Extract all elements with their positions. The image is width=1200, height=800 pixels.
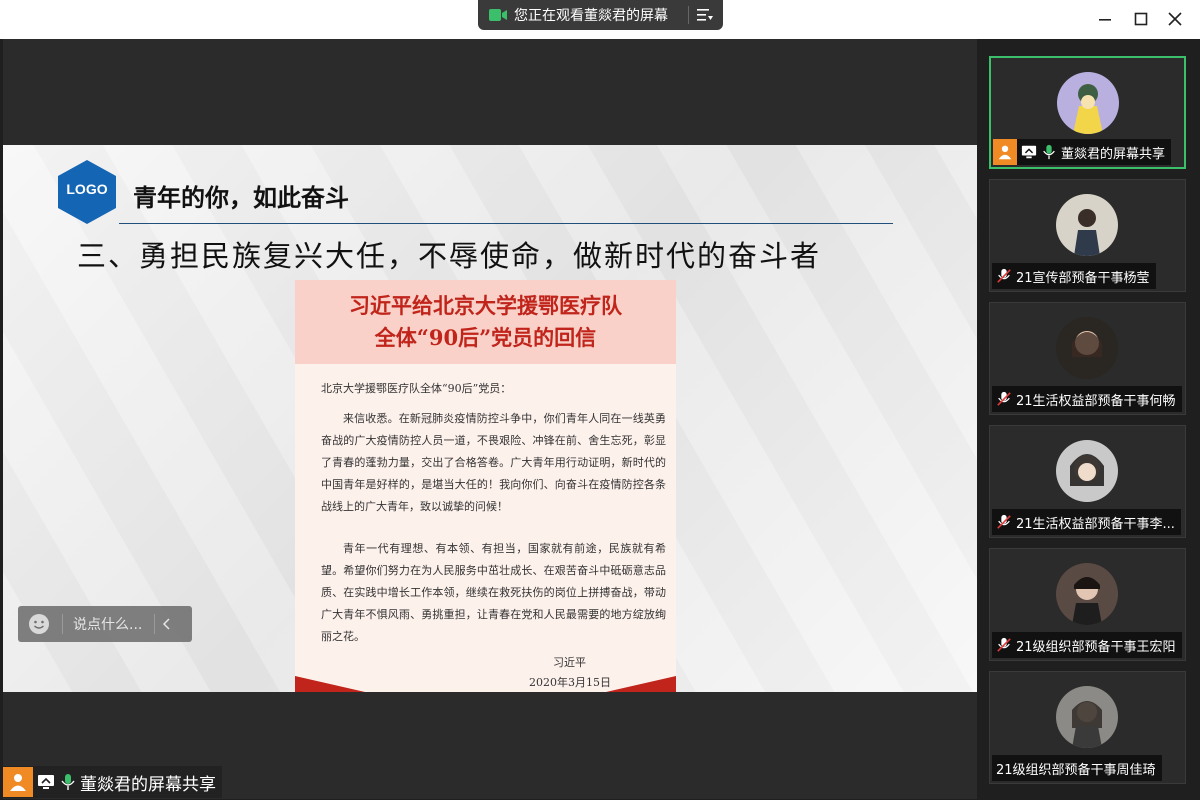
participant-name-bar: 21生活权益部预备干事何畅: [992, 386, 1182, 412]
participant-name-bar: 董燚君的屏幕共享: [993, 139, 1172, 165]
chat-placeholder[interactable]: 说点什么...: [73, 614, 142, 634]
screen-share-icon: [1021, 145, 1037, 159]
host-avatar-icon: [993, 139, 1017, 165]
share-banner[interactable]: 您正在观看董燚君的屏幕: [478, 0, 723, 30]
participant-avatar: [1056, 317, 1118, 379]
slide-heading: 青年的你，如此奋斗: [133, 184, 349, 212]
self-screen-share-label: 董燚君的屏幕共享: [3, 766, 222, 798]
title-bar: 您正在观看董燚君的屏幕: [0, 0, 1200, 39]
participant-avatar: [1056, 194, 1118, 256]
self-share-name: 董燚君的屏幕共享: [80, 774, 216, 795]
divider: [62, 614, 63, 634]
participant-name-bar: 21级组织部预备干事周佳琦: [992, 755, 1162, 781]
microphone-muted-icon: [997, 637, 1011, 652]
maximize-button[interactable]: [1130, 8, 1152, 30]
chat-input[interactable]: 说点什么...: [18, 606, 192, 642]
letter-signature: 习近平: [553, 656, 586, 669]
participant-tile[interactable]: 21生活权益部预备干事李...: [989, 425, 1186, 538]
participant-name-bar: 21级组织部预备干事王宏阳: [992, 632, 1182, 658]
participant-name-bar: 21生活权益部预备干事李...: [992, 509, 1181, 535]
maximize-icon: [1134, 12, 1148, 26]
participant-avatar: [1056, 563, 1118, 625]
close-button[interactable]: [1164, 8, 1186, 30]
participant-tile[interactable]: 21生活权益部预备干事何畅: [989, 302, 1186, 415]
letter-header: 习近平给北京大学援鄂医疗队 全体“90后”党员的回信: [295, 280, 676, 364]
slide-subheading: 三、勇担民族复兴大任，不辱使命，做新时代的奋斗者: [77, 239, 822, 273]
participant-name-bar: 21宣传部预备干事杨莹: [992, 263, 1156, 289]
microphone-muted-icon: [997, 391, 1011, 406]
view-options-icon[interactable]: [697, 8, 713, 22]
shared-screen-area: LOGO 青年的你，如此奋斗 三、勇担民族复兴大任，不辱使命，做新时代的奋斗者 …: [3, 39, 977, 799]
participant-name: 21生活权益部预备干事何畅: [1016, 393, 1176, 409]
participant-tile[interactable]: 21级组织部预备干事周佳琦: [989, 671, 1186, 784]
heading-divider: [119, 223, 893, 224]
microphone-muted-icon: [997, 268, 1011, 283]
ribbon-decoration: [606, 676, 676, 692]
microphone-muted-icon: [997, 514, 1011, 529]
screen-share-icon: [38, 775, 54, 789]
letter-date: 2020年3月15日: [529, 676, 611, 689]
participant-name: 董燚君的屏幕共享: [1061, 146, 1166, 162]
letter-image: 习近平给北京大学援鄂医疗队 全体“90后”党员的回信 北京大学援鄂医疗队全体“9…: [295, 280, 676, 692]
participant-name: 21级组织部预备干事王宏阳: [1016, 639, 1176, 655]
letter-paragraph-2: 青年一代有理想、有本领、有担当，国家就有前途，民族就有希望。希望你们努力在为人民…: [321, 542, 666, 643]
letter-salutation: 北京大学援鄂医疗队全体“90后”党员：: [321, 382, 512, 395]
participant-name: 21生活权益部预备干事李...: [1016, 516, 1175, 532]
chevron-left-icon[interactable]: [161, 618, 173, 630]
microphone-icon: [61, 774, 75, 790]
video-camera-icon: [489, 9, 507, 21]
share-banner-text: 您正在观看董燚君的屏幕: [514, 8, 668, 24]
emoji-icon[interactable]: [28, 613, 50, 635]
divider: [688, 6, 689, 24]
microphone-icon: [1043, 144, 1055, 160]
close-icon: [1168, 12, 1182, 26]
user-avatar-icon: [3, 767, 33, 797]
divider: [154, 614, 156, 634]
participant-name: 21级组织部预备干事周佳琦: [996, 762, 1156, 778]
participant-tile[interactable]: 21宣传部预备干事杨莹: [989, 179, 1186, 292]
participant-avatar: [1056, 686, 1118, 748]
minimize-icon: [1099, 19, 1111, 21]
logo-text: LOGO: [66, 181, 108, 197]
letter-paragraph-1: 来信收悉。在新冠肺炎疫情防控斗争中，你们青年人同在一线英勇奋战的广大疫情防控人员…: [321, 412, 666, 513]
participant-name: 21宣传部预备干事杨莹: [1016, 270, 1150, 286]
participant-avatar: [1057, 72, 1119, 134]
minimize-button[interactable]: [1094, 8, 1116, 30]
participant-tile[interactable]: 21级组织部预备干事王宏阳: [989, 548, 1186, 661]
letter-title-line-1: 习近平给北京大学援鄂医疗队: [349, 293, 622, 318]
participant-panel: 董燚君的屏幕共享 21宣传部预备干事杨莹 21生活权益部预备干事何畅 21生活权…: [977, 39, 1200, 800]
participant-avatar: [1056, 440, 1118, 502]
letter-title-line-2: 全体“90后”党员的回信: [374, 325, 597, 350]
ribbon-decoration: [295, 676, 365, 692]
person-icon: [10, 774, 26, 791]
participant-tile[interactable]: 董燚君的屏幕共享: [989, 56, 1186, 169]
